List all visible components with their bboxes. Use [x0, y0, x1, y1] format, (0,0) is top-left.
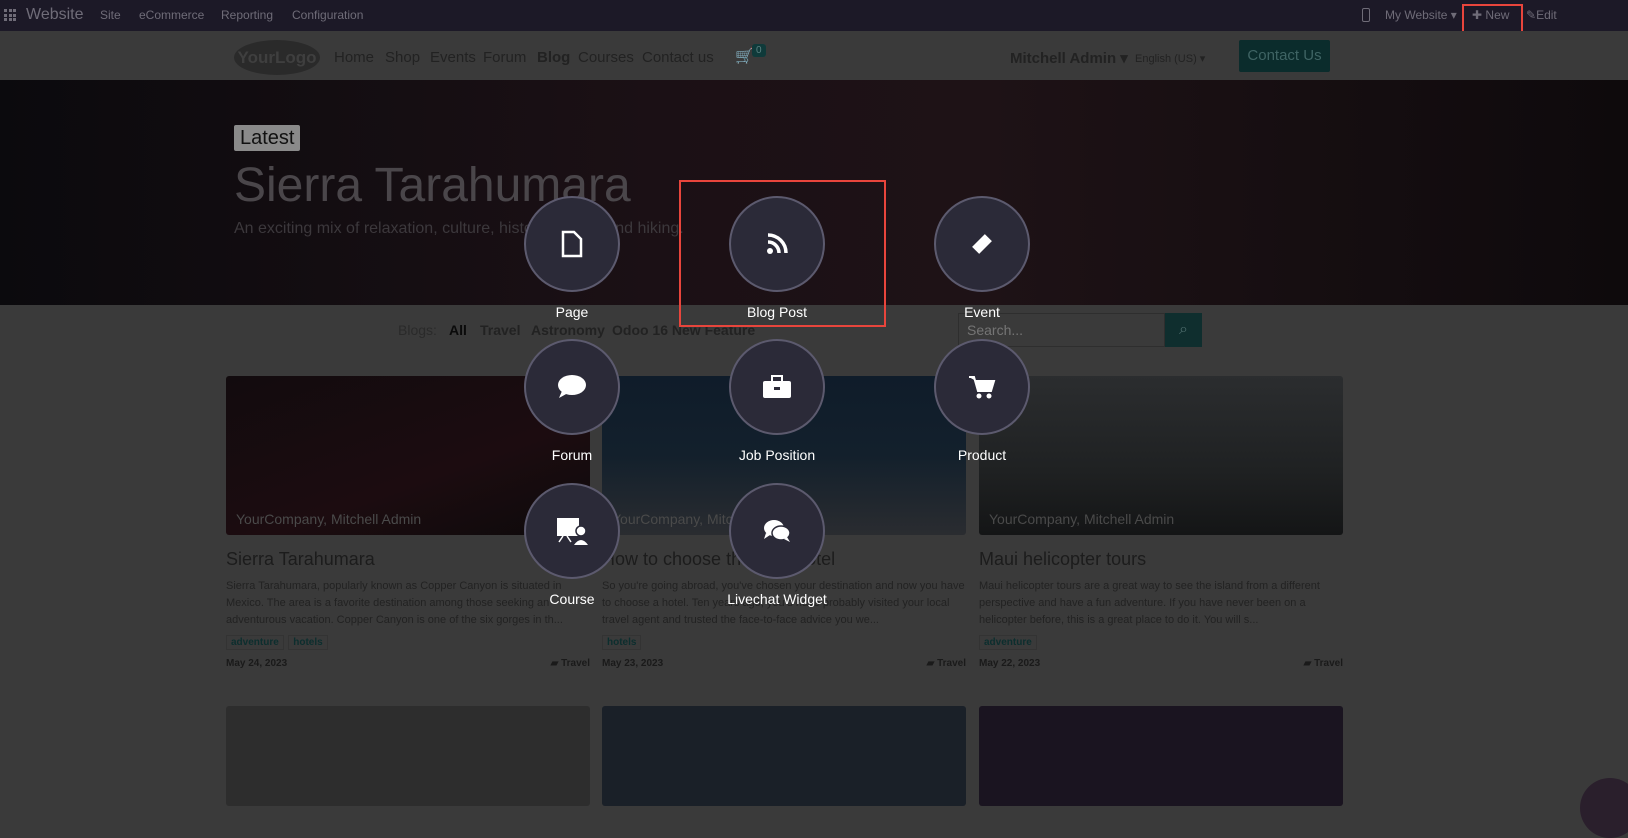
card-blog-label: Travel	[937, 658, 966, 669]
user-name: Mitchell Admin	[1010, 50, 1117, 67]
mobile-preview-icon[interactable]	[1362, 8, 1370, 22]
top-bar: Website Site eCommerce Reporting Configu…	[0, 0, 1628, 31]
pencil-icon: ✎	[1526, 8, 1537, 22]
ticket-icon	[934, 196, 1030, 292]
new-job-position-option[interactable]: Job Position	[727, 339, 827, 463]
edit-button[interactable]: ✎Edit	[1526, 8, 1557, 22]
card-blog-label: Travel	[561, 658, 590, 669]
nav-courses[interactable]: Courses	[578, 49, 634, 66]
option-label: Page	[555, 304, 589, 320]
filter-travel[interactable]: Travel	[480, 322, 520, 338]
option-label: Product	[957, 447, 1007, 463]
menu-configuration[interactable]: Configuration	[292, 8, 363, 22]
tag[interactable]: hotels	[288, 635, 328, 650]
nav-shop[interactable]: Shop	[385, 49, 420, 66]
new-livechat-widget-option[interactable]: Livechat Widget	[727, 483, 827, 607]
shopping-cart-icon	[934, 339, 1030, 435]
blogs-label: Blogs:	[398, 322, 437, 338]
nav-contact[interactable]: Contact us	[642, 49, 714, 66]
tag[interactable]: adventure	[226, 635, 284, 650]
filter-all[interactable]: All	[449, 322, 467, 338]
option-label: Forum	[551, 447, 593, 463]
card-date: May 24, 2023	[226, 658, 288, 669]
new-course-option[interactable]: Course	[522, 483, 622, 607]
option-label: Job Position	[738, 447, 816, 463]
cart-count: 0	[752, 44, 766, 57]
file-icon	[524, 196, 620, 292]
contact-us-button[interactable]: Contact Us	[1239, 40, 1330, 72]
latest-badge: Latest	[234, 125, 301, 151]
card-author: YourCompany, Mitchell Admin	[236, 511, 422, 527]
user-menu[interactable]: Mitchell Admin ▾	[1010, 49, 1128, 67]
highlight-blog-post-option	[679, 180, 886, 327]
blog-card-image[interactable]	[979, 706, 1343, 806]
language-label: English (US)	[1135, 53, 1197, 65]
logo[interactable]: YourLogo	[234, 40, 320, 75]
menu-site[interactable]: Site	[100, 8, 121, 22]
filter-astronomy[interactable]: Astronomy	[531, 322, 605, 338]
card-date: May 22, 2023	[979, 658, 1041, 669]
option-label: Livechat Widget	[727, 591, 827, 607]
nav-forum[interactable]: Forum	[483, 49, 526, 66]
search-button[interactable]: ⌕	[1165, 313, 1202, 347]
option-label: Course	[549, 591, 595, 607]
apps-menu-icon[interactable]	[4, 9, 16, 21]
comment-icon	[524, 339, 620, 435]
website-switcher[interactable]: My Website ▾	[1385, 8, 1457, 22]
cart-icon[interactable]: 🛒	[735, 47, 754, 65]
tag[interactable]: hotels	[602, 635, 642, 650]
teacher-icon	[524, 483, 620, 579]
card-blog[interactable]: ▰ Travel	[1304, 658, 1343, 669]
menu-ecommerce[interactable]: eCommerce	[139, 8, 204, 22]
briefcase-icon	[729, 339, 825, 435]
new-page-option[interactable]: Page	[522, 196, 622, 320]
card-blog[interactable]: ▰ Travel	[927, 658, 966, 669]
new-product-option[interactable]: Product	[932, 339, 1032, 463]
tag[interactable]: adventure	[979, 635, 1037, 650]
card-title[interactable]: Maui helicopter tours	[979, 549, 1343, 570]
search-icon: ⌕	[1179, 321, 1188, 338]
new-event-option[interactable]: Event	[932, 196, 1032, 320]
card-blog[interactable]: ▰ Travel	[551, 658, 590, 669]
card-excerpt: Maui helicopter tours are a great way to…	[979, 580, 1320, 626]
edit-label: Edit	[1536, 8, 1557, 22]
nav-blog[interactable]: Blog	[537, 49, 570, 66]
card-date: May 23, 2023	[602, 658, 664, 669]
comments-icon	[729, 483, 825, 579]
blog-card[interactable]: YourCompany, Mitchell Admin Maui helicop…	[979, 376, 1343, 669]
menu-reporting[interactable]: Reporting	[221, 8, 273, 22]
language-selector[interactable]: English (US) ▾	[1135, 52, 1205, 65]
blog-card-image[interactable]	[226, 706, 590, 806]
nav-home[interactable]: Home	[334, 49, 374, 66]
new-forum-option[interactable]: Forum	[522, 339, 622, 463]
livechat-button[interactable]	[1580, 778, 1628, 838]
blog-card-image[interactable]	[602, 706, 966, 806]
option-label: Event	[964, 304, 1000, 320]
card-blog-label: Travel	[1314, 658, 1343, 669]
card-author: YourCompany, Mitchell Admin	[989, 511, 1175, 527]
nav-events[interactable]: Events	[430, 49, 476, 66]
website-name: My Website	[1385, 8, 1448, 22]
app-name[interactable]: Website	[26, 6, 84, 24]
